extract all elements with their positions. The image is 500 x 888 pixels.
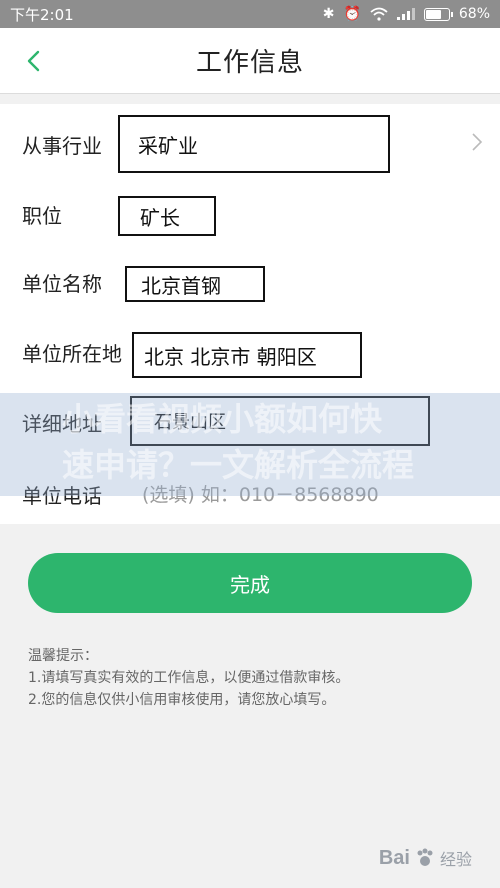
position-value: 矿长 (140, 205, 180, 230)
nav-bar: 工作信息 (0, 28, 500, 94)
watermark: Bai 经验 (379, 846, 472, 870)
overlay-line-2: 速申请？一文解析全流程 (62, 446, 415, 484)
tips-section: 温馨提示： 1.请填写真实有效的工作信息，以便通过借款审核。 2.您的信息仅供小… (28, 645, 349, 711)
watermark-sub: 经验 (439, 850, 472, 869)
location-value: 北京 北京市 朝阳区 (144, 344, 317, 369)
position-row[interactable]: 职位 矿长 (0, 174, 500, 244)
chevron-right-icon (472, 133, 483, 151)
company-label: 单位名称 (22, 272, 102, 296)
industry-value: 采矿业 (138, 133, 198, 158)
tips-title: 温馨提示： (28, 648, 98, 664)
page-title: 工作信息 (195, 48, 304, 78)
battery-icon (423, 7, 453, 21)
industry-row[interactable]: 从事行业 采矿业 (0, 104, 500, 174)
company-row[interactable]: 单位名称 北京首钢 (0, 244, 500, 314)
location-label: 单位所在地 (22, 342, 122, 366)
company-value: 北京首钢 (141, 273, 221, 298)
done-button[interactable]: 完成 (28, 553, 472, 613)
signal-icon (396, 8, 415, 20)
industry-label: 从事行业 (22, 134, 102, 158)
position-field[interactable]: 矿长 (118, 196, 216, 236)
company-field[interactable]: 北京首钢 (125, 266, 265, 302)
status-time: 下午2:01 (10, 5, 74, 24)
wifi-icon (370, 7, 388, 21)
tips-line-2: 2.您的信息仅供小信用审核使用，请您放心填写。 (28, 692, 336, 708)
watermark-brand: Bai (378, 846, 410, 869)
tips-line-1: 1.请填写真实有效的工作信息，以便通过借款审核。 (28, 670, 350, 686)
location-row[interactable]: 单位所在地 北京 北京市 朝阳区 (0, 314, 500, 384)
industry-field[interactable]: 采矿业 (118, 115, 390, 173)
alarm-icon: ⏰ (343, 6, 361, 22)
status-bar: 下午2:01 ✱ ⏰ 68% (0, 0, 500, 28)
bluetooth-icon: ✱ (322, 6, 335, 22)
overlay-line-1: 小看看视频小额如何快 (62, 400, 383, 438)
position-label: 职位 (22, 204, 62, 228)
battery-percent: 68% (458, 6, 490, 22)
overlay-banner: 小看看视频小额如何快 速申请？一文解析全流程 (0, 393, 500, 496)
status-icons: ✱ ⏰ 68% (323, 6, 490, 22)
location-field[interactable]: 北京 北京市 朝阳区 (132, 332, 362, 378)
chevron-left-icon[interactable] (20, 46, 50, 76)
paw-icon (417, 848, 433, 866)
